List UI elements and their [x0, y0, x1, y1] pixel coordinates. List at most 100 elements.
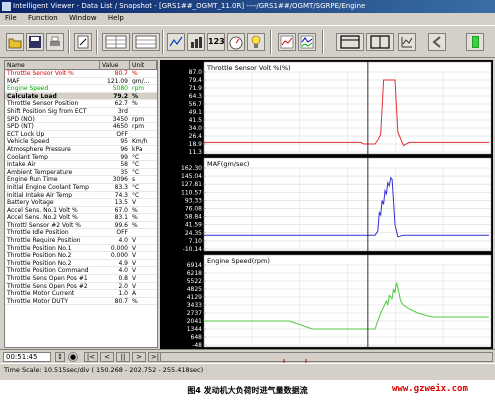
list-item[interactable]: Throttle Sensor Position 62.7%: [5, 100, 157, 108]
list-item-name: Throttle Sensor Volt %: [7, 70, 74, 77]
bar-graph-icon[interactable]: [278, 33, 296, 51]
list-item[interactable]: ECT Lock Up OFF: [5, 131, 157, 139]
list-item[interactable]: Engine Speed 5080 rpm: [5, 85, 157, 93]
graph-area: Throttle Sensor Volt %(%) 87.0 79.4 71.9 64.…: [160, 60, 493, 349]
list-item[interactable]: Initial Intake Air Temp 74.3 °C: [5, 192, 157, 200]
list-item-unit: %: [132, 70, 138, 77]
y-tick-label: 4129: [187, 294, 202, 301]
list-item[interactable]: Throttle Sens Open Pos #2 2.0 V: [5, 283, 157, 291]
timeline-track[interactable]: [160, 352, 493, 367]
split-view-icon[interactable]: [336, 33, 364, 51]
list-item[interactable]: Accel Sens. No.1 Volt % 67.0%: [5, 207, 157, 215]
list-item[interactable]: Throttle Motor Current 1.0 A: [5, 290, 157, 298]
save-icon[interactable]: [26, 33, 44, 51]
list-item-name: Throttle Sensor Position: [7, 100, 79, 107]
list-item[interactable]: Accel Sens. No.2 Volt % 83.1%: [5, 214, 157, 222]
throttle-sensor-graph[interactable]: Throttle Sensor Volt %(%) 87.0 79.4 71.9 64.…: [160, 60, 493, 156]
list-item-name: Throttle Position No.1: [7, 244, 72, 252]
list-item[interactable]: Vehicle Speed 95 Km/h: [5, 138, 157, 146]
list-item-name: Calculate Load: [7, 92, 57, 100]
edit-icon[interactable]: [74, 33, 92, 51]
list-item[interactable]: Initial Engine Coolant Temp 83.3 °C: [5, 184, 157, 192]
print-icon[interactable]: [46, 33, 64, 51]
list-item[interactable]: Throttle Position Command 4.0 V: [5, 267, 157, 276]
list-item-value: 79.2: [113, 92, 128, 100]
menu-function[interactable]: Function: [28, 14, 58, 22]
columns-icon[interactable]: [366, 33, 394, 51]
list-item-value: 3rd: [118, 107, 128, 115]
time-spin-button[interactable]: ↕: [55, 352, 65, 362]
list-item-name: Throttle Position No.2: [7, 252, 72, 259]
list-item[interactable]: Intake Air 58 °C: [5, 161, 157, 169]
list-item-name: Vehicle Speed: [7, 138, 50, 145]
list-item[interactable]: Atmosphere Pressure 96 kPa: [5, 146, 157, 154]
pause-button[interactable]: ||: [116, 352, 130, 362]
back-icon[interactable]: [428, 33, 446, 51]
list-item[interactable]: Throttle Motor DUTY 80.7%: [5, 298, 157, 306]
table-view-2-icon[interactable]: [132, 33, 160, 51]
bar-chart-icon[interactable]: [187, 33, 205, 51]
y-tick-label: 7.10: [189, 238, 203, 245]
time-readout: 00:51:45: [3, 352, 51, 362]
list-item-value: 58: [120, 161, 128, 168]
list-item[interactable]: Throttl Sensor #2 Volt % 99.6%: [5, 222, 157, 230]
exit-icon[interactable]: [466, 33, 484, 51]
list-item[interactable]: Throttle Position No.2 4.9 V: [5, 260, 157, 268]
list-item[interactable]: Throttle Sensor Volt % 80.7%: [5, 70, 157, 78]
first-button[interactable]: |<: [84, 352, 98, 362]
y-tick-label: 56.7: [189, 101, 203, 108]
y-tick-label: 41.5: [189, 117, 203, 124]
list-item-value: OFF: [116, 229, 128, 237]
list-item[interactable]: Throttle Require Position 4.0 V: [5, 237, 157, 245]
list-item[interactable]: Shift Position Sig from ECT 3rd: [5, 108, 157, 116]
menu-help[interactable]: Help: [108, 14, 124, 22]
engine-speed-graph[interactable]: Engine Speed(rpm) 6914 6218 5522 4825 4129 343…: [160, 253, 493, 349]
digital-value-button[interactable]: 123: [207, 33, 225, 51]
next-button[interactable]: >: [132, 352, 146, 362]
maf-graph[interactable]: MAF(gm/sec) 162.30 145.04 127.81 110.57 93.33…: [160, 156, 493, 253]
y-tick-label: 34.0: [189, 125, 203, 132]
multi-graph-icon[interactable]: [298, 33, 316, 51]
menu-file[interactable]: File: [5, 14, 17, 22]
open-folder-icon[interactable]: [6, 33, 24, 51]
list-item[interactable]: Calculate Load 79.2%: [5, 92, 157, 101]
list-item[interactable]: SPD (NT) 4650 rpm: [5, 123, 157, 131]
list-item[interactable]: MAF 121.09 gm/...: [5, 78, 157, 86]
list-item[interactable]: Throttle Position No.2 0.000 V: [5, 252, 157, 260]
column-header-unit[interactable]: Unit: [130, 61, 157, 69]
y-tick-label: 145.04: [181, 173, 202, 180]
column-header-name[interactable]: Name: [5, 61, 100, 69]
list-item-unit: V: [132, 275, 137, 282]
gauge-icon[interactable]: [227, 33, 245, 51]
y-tick-label: 26.4: [189, 133, 203, 140]
graph-settings-icon[interactable]: [398, 33, 416, 51]
bulb-icon[interactable]: [247, 33, 265, 51]
list-item-name: SPD (NT): [7, 123, 34, 130]
y-tick-label: 58.84: [185, 214, 202, 221]
y-tick-label: -10.14: [183, 246, 203, 253]
title-bar: Intelligent Viewer - Data List / Snapsho…: [0, 0, 495, 13]
record-button[interactable]: ●: [68, 352, 78, 362]
list-item-value: 83.1: [114, 214, 128, 221]
y-tick-label: 24.35: [185, 230, 202, 237]
list-item[interactable]: Throttle Position No.1 0.000 V: [5, 245, 157, 253]
graph-icon[interactable]: [167, 33, 185, 51]
list-item[interactable]: Throttle Idle Position OFF: [5, 229, 157, 238]
prev-button[interactable]: <: [100, 352, 114, 362]
y-tick-label: 110.57: [181, 189, 202, 196]
list-item-unit: V: [132, 259, 137, 267]
list-item-value: 95: [120, 138, 128, 145]
y-tick-label: 79.4: [189, 77, 203, 84]
list-item-unit: A: [132, 290, 137, 297]
y-tick-label: 162.30: [181, 165, 202, 172]
list-item[interactable]: SPD (NO) 3450 rpm: [5, 116, 157, 124]
list-item[interactable]: Ambient Temperature 35 °C: [5, 169, 157, 177]
list-item[interactable]: Throttle Sens Open Pos #1 0.8 V: [5, 275, 157, 283]
list-item[interactable]: Coolant Temp 99 °C: [5, 154, 157, 162]
list-item[interactable]: Engine Run Time 3096 s: [5, 176, 157, 184]
menu-window[interactable]: Window: [69, 14, 97, 22]
list-item[interactable]: Battery Voltage 13.5 V: [5, 199, 157, 207]
table-view-icon[interactable]: [102, 33, 130, 51]
column-header-value[interactable]: Value: [100, 61, 130, 69]
graph-title: MAF(gm/sec): [207, 160, 249, 168]
